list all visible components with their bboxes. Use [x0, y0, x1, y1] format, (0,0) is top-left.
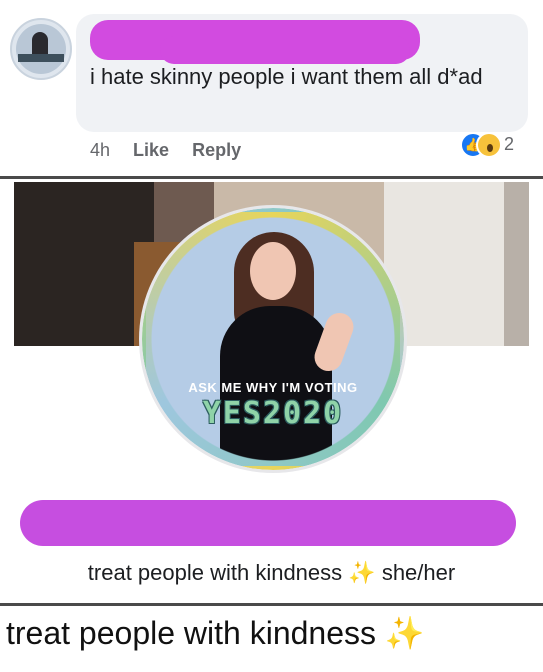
bio-text: treat people with kindness	[87, 560, 343, 585]
comment-text: i hate skinny people i want them all d*a…	[90, 64, 483, 89]
redacted-name	[20, 500, 516, 546]
reply-link[interactable]: Reply	[192, 140, 241, 160]
reaction-count: 2	[504, 134, 515, 154]
wow-icon	[476, 132, 502, 158]
bio-pronouns: she/her	[381, 560, 456, 585]
profile-bio: treat people with kindness ✨ she/her	[0, 560, 543, 586]
caption-divider	[0, 603, 543, 606]
redacted-username-overlap	[160, 36, 410, 64]
frame-ask-text: ASK ME WHY I'M VOTING	[188, 380, 358, 395]
commenter-avatar[interactable]	[10, 18, 72, 80]
photo-edge	[504, 182, 529, 346]
comment-time: 4h	[90, 140, 111, 160]
like-link[interactable]: Like	[133, 140, 169, 160]
profile-picture[interactable]: ASK ME WHY I'M VOTING YES2020	[142, 208, 404, 470]
photo-stove	[14, 182, 154, 346]
avatar-band	[18, 54, 64, 62]
section-divider	[0, 176, 543, 179]
caption-sparkle-icon: ✨	[384, 615, 425, 651]
frame-yes-text: YES2020	[202, 396, 344, 431]
caption: treat people with kindness ✨	[6, 614, 425, 652]
sparkle-icon: ✨	[348, 560, 376, 585]
comment-meta: 4h Like Reply	[90, 140, 259, 161]
caption-text: treat people with kindness	[6, 615, 376, 651]
